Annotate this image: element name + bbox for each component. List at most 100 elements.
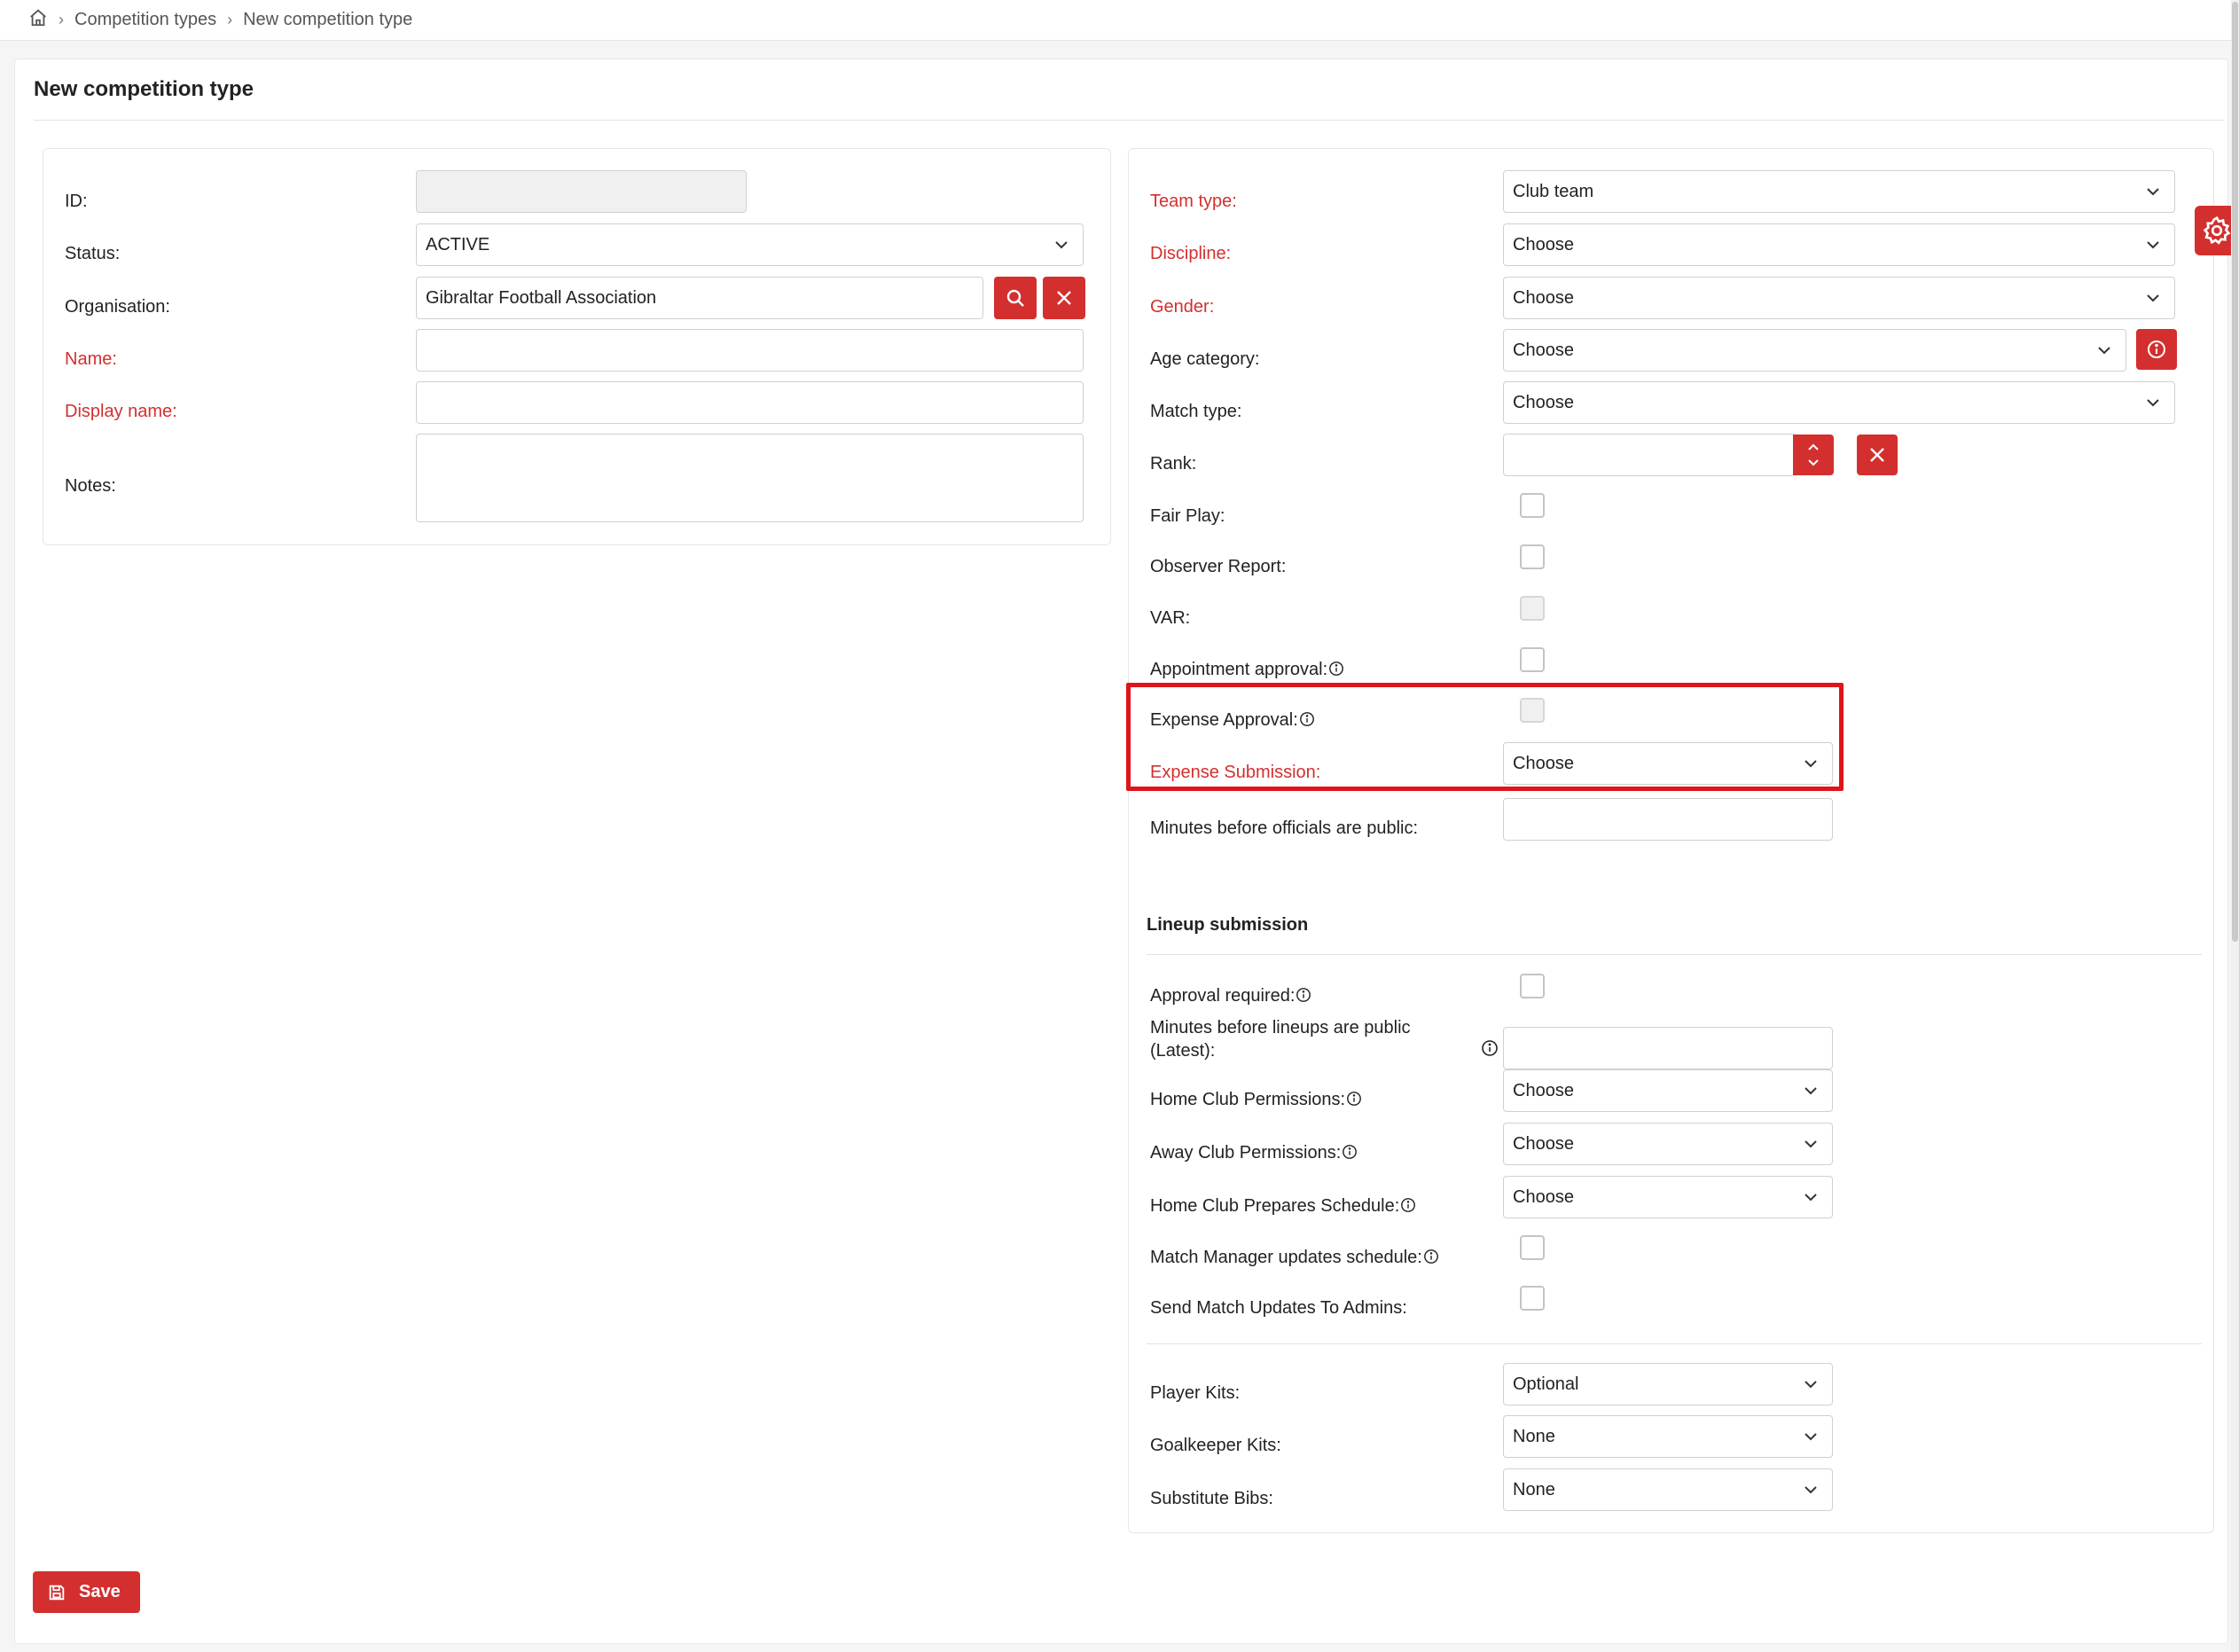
gender-select[interactable]: Choose <box>1503 277 2175 319</box>
home-club-permissions-select[interactable]: Choose <box>1503 1069 1833 1112</box>
player-kits-select[interactable]: Optional <box>1503 1363 1833 1405</box>
info-icon <box>2148 341 2165 358</box>
display-name-field[interactable] <box>416 381 1084 424</box>
chevron-down-icon <box>1805 1087 1817 1095</box>
name-field[interactable] <box>416 329 1084 372</box>
rank-clear-button[interactable] <box>1857 435 1898 475</box>
chevron-up-icon[interactable] <box>1806 441 1820 455</box>
status-select[interactable]: ACTIVE <box>416 223 1084 266</box>
divider <box>1147 954 2202 955</box>
info-icon[interactable] <box>1346 1091 1362 1107</box>
chevron-down-icon <box>2147 241 2159 249</box>
breadcrumb: › Competition types › New competition ty… <box>0 0 2239 41</box>
info-icon[interactable] <box>1481 1039 1499 1057</box>
discipline-label: Discipline: <box>1150 244 1232 263</box>
breadcrumb-separator: › <box>227 11 233 28</box>
player-kits-label: Player Kits: <box>1150 1383 1241 1403</box>
save-icon <box>49 1585 65 1600</box>
minutes-officials-field[interactable] <box>1503 798 1833 841</box>
chevron-down-icon <box>1805 1433 1817 1441</box>
chevron-down-icon <box>1805 1140 1817 1148</box>
home-club-prepares-label: Home Club Prepares Schedule: <box>1150 1196 1416 1217</box>
close-icon <box>1870 448 1884 462</box>
discipline-select[interactable]: Choose <box>1503 223 2175 266</box>
send-updates-label: Send Match Updates To Admins: <box>1150 1298 1407 1318</box>
chevron-down-icon <box>1805 1381 1817 1389</box>
rank-field[interactable] <box>1503 434 1796 476</box>
breadcrumb-current: New competition type <box>243 10 413 29</box>
chevron-down-icon <box>2147 294 2159 302</box>
approval-required-label: Approval required: <box>1150 986 1311 1006</box>
status-value: ACTIVE <box>426 234 490 254</box>
info-icon[interactable] <box>1342 1144 1358 1160</box>
substitute-bibs-value: None <box>1513 1479 1555 1499</box>
info-icon[interactable] <box>1296 987 1311 1003</box>
discipline-value: Choose <box>1513 234 1574 254</box>
info-icon[interactable] <box>1400 1197 1416 1213</box>
match-type-label: Match type: <box>1150 402 1242 421</box>
id-label: ID: <box>65 192 88 211</box>
approval-required-checkbox[interactable] <box>1520 974 1545 998</box>
appointment-approval-checkbox[interactable] <box>1520 647 1545 672</box>
team-type-select[interactable]: Club team <box>1503 170 2175 213</box>
search-icon <box>1006 289 1024 307</box>
scrollbar[interactable] <box>2231 0 2239 1652</box>
organisation-label: Organisation: <box>65 297 170 317</box>
home-icon[interactable] <box>28 8 48 33</box>
minutes-lineups-field[interactable] <box>1503 1027 1833 1069</box>
goalkeeper-kits-select[interactable]: None <box>1503 1415 1833 1458</box>
main-card: New competition type ID: Status: ACTIVE … <box>14 59 2228 1644</box>
substitute-bibs-label: Substitute Bibs: <box>1150 1489 1273 1508</box>
goalkeeper-kits-label: Goalkeeper Kits: <box>1150 1436 1281 1455</box>
info-icon[interactable] <box>1328 661 1344 677</box>
divider <box>34 120 2224 121</box>
organisation-clear-button[interactable] <box>1043 277 1085 319</box>
breadcrumb-separator: › <box>59 11 64 28</box>
scrollbar-thumb[interactable] <box>2232 2 2238 942</box>
substitute-bibs-select[interactable]: None <box>1503 1468 1833 1511</box>
goalkeeper-kits-value: None <box>1513 1426 1555 1446</box>
chevron-down-icon[interactable] <box>1806 455 1820 469</box>
notes-textarea[interactable] <box>416 434 1084 522</box>
gear-icon <box>2203 215 2231 245</box>
var-checkbox <box>1520 596 1545 621</box>
chevron-down-icon <box>2147 188 2159 196</box>
observer-report-label: Observer Report: <box>1150 557 1287 576</box>
chevron-down-icon <box>1805 1194 1817 1202</box>
age-category-select[interactable]: Choose <box>1503 329 2126 372</box>
team-type-value: Club team <box>1513 181 1594 201</box>
organisation-search-button[interactable] <box>994 277 1037 319</box>
match-manager-checkbox[interactable] <box>1520 1235 1545 1260</box>
rank-stepper[interactable] <box>1793 435 1834 475</box>
away-club-permissions-select[interactable]: Choose <box>1503 1123 1833 1165</box>
chevron-down-icon <box>1055 241 1068 249</box>
id-field <box>416 170 747 213</box>
save-label: Save <box>79 1582 121 1601</box>
gender-value: Choose <box>1513 287 1574 308</box>
chevron-down-icon <box>2147 399 2159 407</box>
highlight-box <box>1126 683 1844 791</box>
organisation-field[interactable]: Gibraltar Football Association <box>416 277 983 319</box>
home-club-prepares-select[interactable]: Choose <box>1503 1176 1833 1218</box>
organisation-value: Gibraltar Football Association <box>426 287 657 308</box>
gender-label: Gender: <box>1150 297 1215 317</box>
minutes-lineups-label: Minutes before lineups are public (Lates… <box>1150 1018 1411 1061</box>
fair-play-checkbox[interactable] <box>1520 493 1545 518</box>
observer-report-checkbox[interactable] <box>1520 544 1545 569</box>
send-updates-checkbox[interactable] <box>1520 1286 1545 1311</box>
home-club-prepares-value: Choose <box>1513 1186 1574 1207</box>
breadcrumb-competition-types[interactable]: Competition types <box>74 10 216 30</box>
match-manager-label: Match Manager updates schedule: <box>1150 1248 1439 1268</box>
match-type-select[interactable]: Choose <box>1503 381 2175 424</box>
fair-play-label: Fair Play: <box>1150 506 1225 526</box>
info-icon[interactable] <box>1423 1249 1439 1264</box>
player-kits-value: Optional <box>1513 1374 1579 1394</box>
home-club-permissions-value: Choose <box>1513 1080 1574 1100</box>
chevron-down-icon <box>2098 347 2110 355</box>
general-panel: ID: Status: ACTIVE Organisation: Gibralt… <box>43 148 1111 545</box>
age-category-label: Age category: <box>1150 349 1260 369</box>
age-category-info-button[interactable] <box>2136 329 2177 370</box>
rank-label: Rank: <box>1150 454 1197 474</box>
age-category-value: Choose <box>1513 340 1574 360</box>
save-button[interactable]: Save <box>33 1571 140 1613</box>
